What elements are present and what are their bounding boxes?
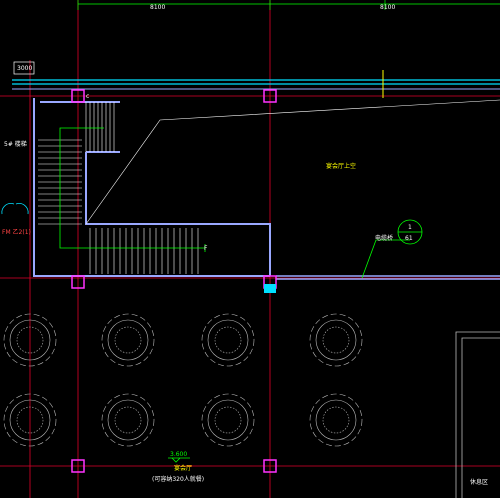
round-table (201, 313, 255, 367)
corner-mark-top: c (86, 93, 89, 100)
dimension-side: 3000 (17, 65, 32, 72)
dimension-top-right: 8100 (380, 4, 395, 11)
round-table (101, 393, 155, 447)
lower-wall (276, 275, 500, 280)
grid-reference-bubble (361, 219, 423, 279)
side-room-outline (455, 331, 500, 498)
pointer-label: 电缆桥 (375, 234, 393, 242)
dimension-top-left: 8100 (150, 4, 165, 11)
grid-reference: 61 (405, 235, 413, 242)
stair-label: 5# 楼梯 (4, 140, 27, 148)
grid-number: 1 (408, 224, 412, 231)
axis-lines (0, 0, 500, 498)
dimension-lines (77, 0, 500, 10)
hall-capacity: (可容纳320人就餐) (152, 475, 204, 483)
fire-door-label: FM 乙2(1) (2, 229, 31, 236)
stair-walls (33, 98, 271, 277)
level-marker (168, 457, 190, 463)
floor-plan-drawing: 8100 8100 3000 F 5# 楼梯 FM 乙2(1) 宴会厅上空 1 … (0, 0, 500, 498)
stair-flight-upper (85, 102, 115, 152)
opening-outline (85, 99, 500, 225)
hall-name: 宴会厅 (174, 464, 192, 472)
round-table (101, 313, 155, 367)
round-table (309, 313, 363, 367)
side-room-label: 休息区 (470, 478, 488, 486)
column-fill-marker (264, 284, 276, 293)
round-tables (3, 313, 363, 447)
round-table (309, 393, 363, 447)
door-left (1, 203, 29, 215)
stair-flight-lower (89, 228, 199, 274)
arrow-label: F (204, 245, 208, 252)
hall-void-label: 宴会厅上空 (326, 162, 356, 170)
level-mark: 3.600 (170, 451, 187, 458)
stair-walking-line (59, 127, 206, 252)
round-table (201, 393, 255, 447)
